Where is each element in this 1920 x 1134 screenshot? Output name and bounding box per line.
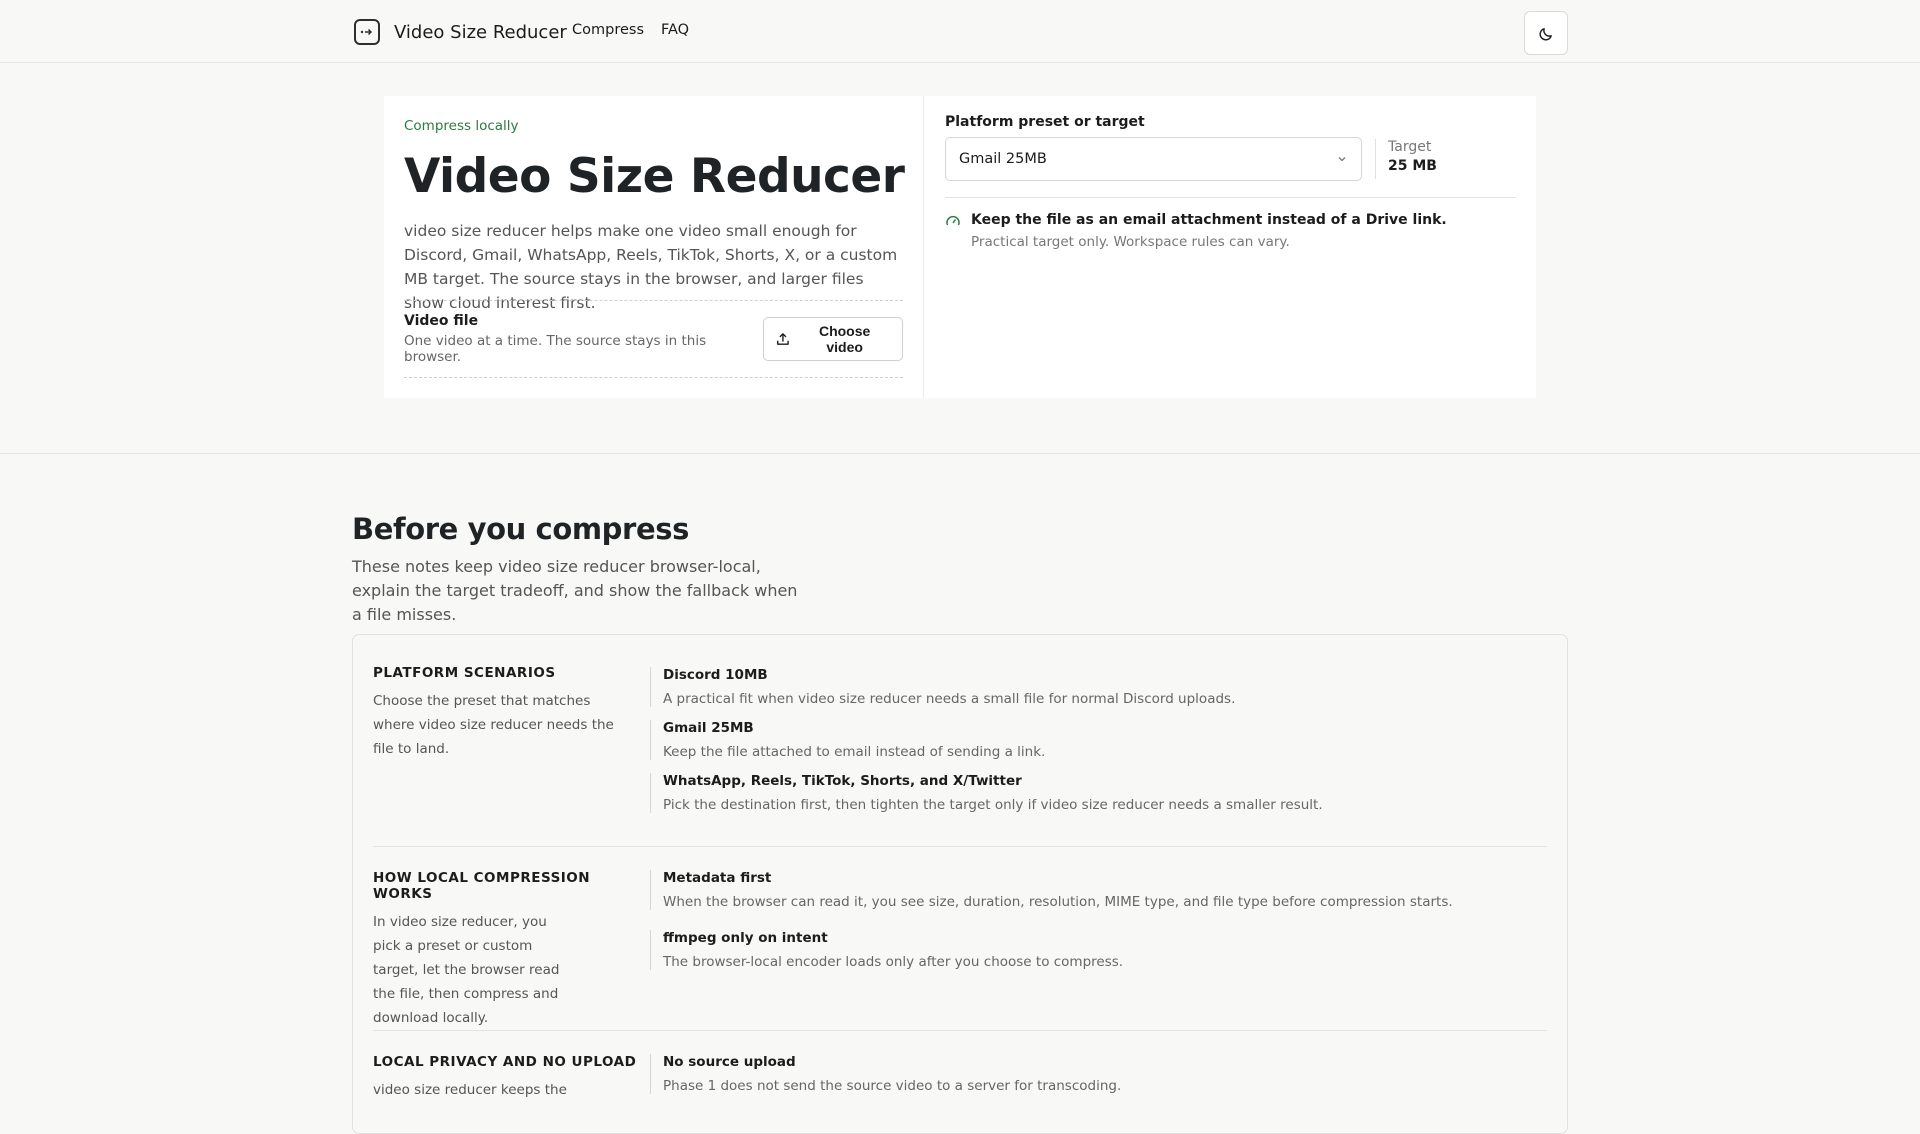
group-description: video size reducer keeps the [373, 1082, 567, 1098]
list-item: Metadata first When the browser can read… [650, 870, 1547, 910]
file-sublabel: One video at a time. The source stays in… [404, 333, 707, 365]
item-description: When the browser can read it, you see si… [663, 894, 1453, 910]
item-description: A practical fit when video size reducer … [663, 691, 1236, 707]
nav-link-compress[interactable]: Compress [572, 22, 644, 38]
page-title: Video Size Reducer [404, 149, 905, 204]
gauge-icon [946, 215, 960, 226]
list-item: No source upload Phase 1 does not send t… [650, 1054, 1547, 1094]
item-title: No source upload [663, 1054, 796, 1070]
preset-label: Platform preset or target [945, 114, 1145, 130]
item-title: WhatsApp, Reels, TikTok, Shorts, and X/T… [663, 773, 1022, 789]
list-item: ffmpeg only on intent The browser-local … [650, 930, 1547, 970]
note-title: Keep the file as an email attachment ins… [971, 212, 1447, 228]
group-title: LOCAL PRIVACY AND NO UPLOAD [373, 1054, 637, 1070]
item-description: Pick the destination first, then tighten… [663, 797, 1323, 813]
target-label: Target [1388, 139, 1432, 155]
section-title: Before you compress [352, 512, 689, 546]
item-description: Phase 1 does not send the source video t… [663, 1078, 1122, 1094]
notes-card: PLATFORM SCENARIOS Choose the preset tha… [352, 634, 1568, 1134]
preset-selected-value: Gmail 25MB [959, 151, 1047, 167]
choose-video-button[interactable]: Choose video [763, 317, 903, 361]
list-item: Gmail 25MB Keep the file attached to ema… [650, 720, 1547, 760]
file-label: Video file [404, 313, 479, 329]
group-title: HOW LOCAL COMPRESSION WORKS [373, 870, 591, 902]
group-description: In video size reducer, you pick a preset… [373, 914, 560, 1026]
chevron-down-icon [1338, 157, 1346, 162]
preset-row: Gmail 25MB Target 25 MB [945, 137, 1516, 198]
moon-icon [1539, 27, 1552, 40]
top-nav: Video Size Reducer Compress FAQ [0, 0, 1920, 63]
target-value: 25 MB [1388, 158, 1437, 174]
hero-intro: Compress locally Video Size Reducer vide… [384, 96, 924, 398]
file-picker-row: Video file One video at a time. The sour… [404, 300, 903, 378]
note-subtitle: Practical target only. Workspace rules c… [971, 234, 1290, 250]
item-title: ffmpeg only on intent [663, 930, 828, 946]
group-how-local-compression-works: HOW LOCAL COMPRESSION WORKS In video siz… [373, 847, 1547, 1031]
section-description: These notes keep video size reducer brow… [352, 557, 798, 624]
brand-name: Video Size Reducer [394, 21, 567, 43]
preset-select[interactable]: Gmail 25MB [945, 137, 1362, 181]
video-icon [354, 19, 380, 45]
theme-toggle-button[interactable] [1524, 11, 1568, 55]
group-description: Choose the preset that matches where vid… [373, 693, 614, 757]
nav-link-faq[interactable]: FAQ [661, 22, 689, 38]
upload-icon [777, 333, 790, 345]
item-description: Keep the file attached to email instead … [663, 744, 1046, 760]
group-title: PLATFORM SCENARIOS [373, 665, 556, 681]
hero: Compress locally Video Size Reducer vide… [384, 96, 1536, 398]
preset-note: Keep the file as an email attachment ins… [945, 212, 1516, 250]
list-item: WhatsApp, Reels, TikTok, Shorts, and X/T… [650, 773, 1547, 813]
preset-panel: Platform preset or target Gmail 25MB Tar… [924, 96, 1536, 398]
list-item: Discord 10MB A practical fit when video … [650, 667, 1547, 707]
choose-video-label: Choose video [818, 323, 871, 355]
item-description: The browser-local encoder loads only aft… [663, 954, 1124, 970]
item-title: Gmail 25MB [663, 720, 754, 736]
item-title: Discord 10MB [663, 667, 768, 683]
group-platform-scenarios: PLATFORM SCENARIOS Choose the preset tha… [373, 635, 1547, 847]
brand[interactable]: Video Size Reducer [354, 19, 567, 45]
section-divider [0, 453, 1920, 454]
item-title: Metadata first [663, 870, 772, 886]
group-local-privacy: LOCAL PRIVACY AND NO UPLOAD video size r… [373, 1031, 1547, 1127]
hero-eyebrow: Compress locally [404, 118, 519, 134]
target-readout: Target 25 MB [1375, 139, 1437, 179]
